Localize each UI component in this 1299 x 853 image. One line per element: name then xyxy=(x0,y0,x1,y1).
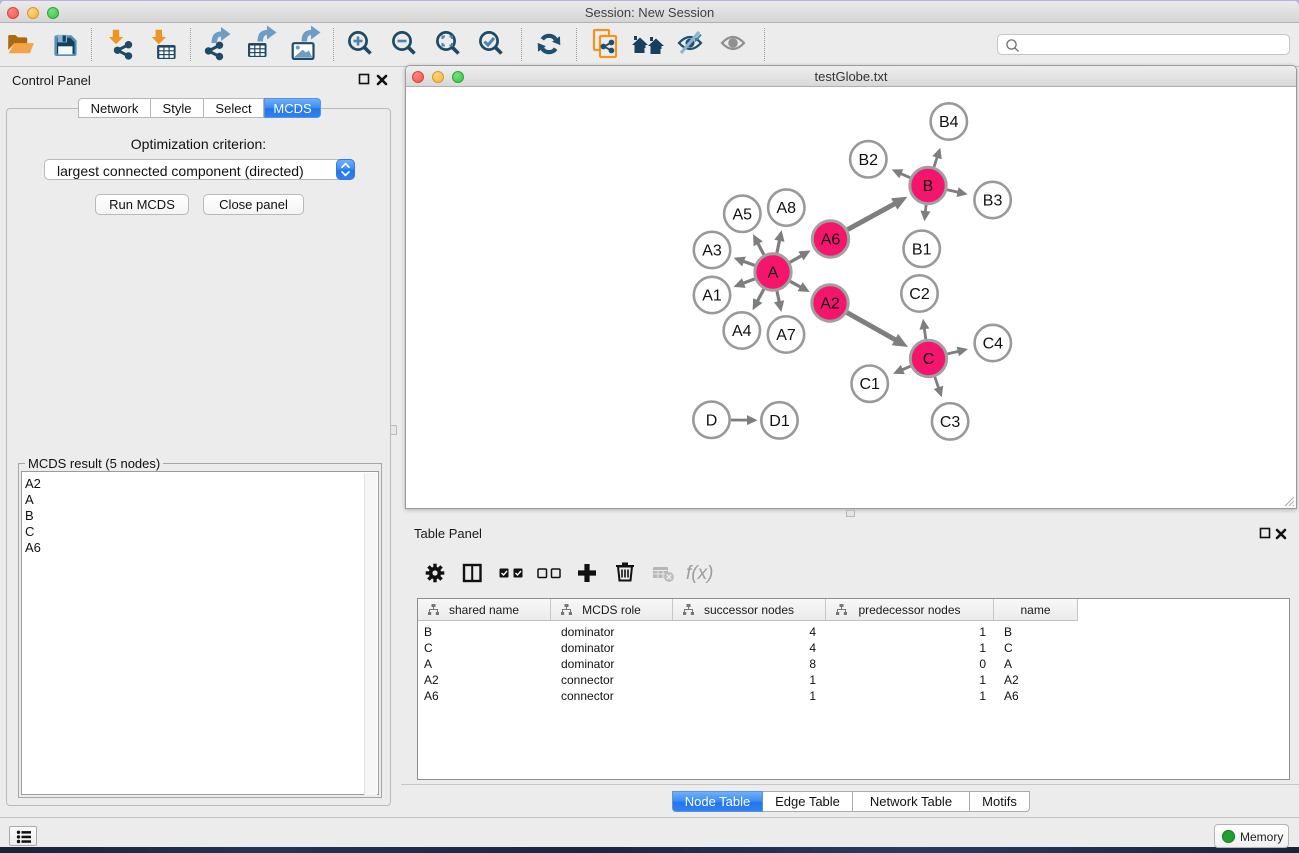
svg-text:C: C xyxy=(922,351,934,368)
svg-text:A7: A7 xyxy=(776,327,796,344)
svg-text:A2: A2 xyxy=(820,295,840,312)
svg-text:C1: C1 xyxy=(859,376,880,393)
svg-text:C4: C4 xyxy=(982,335,1003,352)
svg-text:D1: D1 xyxy=(769,412,790,429)
svg-text:A4: A4 xyxy=(732,323,752,340)
svg-text:A3: A3 xyxy=(702,242,722,259)
svg-text:B1: B1 xyxy=(911,241,931,258)
svg-text:A1: A1 xyxy=(702,287,722,304)
svg-text:B3: B3 xyxy=(982,192,1002,209)
svg-text:B4: B4 xyxy=(939,114,959,131)
svg-text:A: A xyxy=(767,264,778,281)
svg-text:A8: A8 xyxy=(776,200,796,217)
svg-text:D: D xyxy=(705,412,717,429)
svg-text:B2: B2 xyxy=(858,151,878,168)
svg-text:C2: C2 xyxy=(909,286,930,303)
svg-text:A5: A5 xyxy=(732,206,752,223)
svg-text:B: B xyxy=(922,178,933,195)
svg-text:A6: A6 xyxy=(820,231,840,248)
svg-text:f(x): f(x) xyxy=(686,563,713,584)
svg-text:C3: C3 xyxy=(939,413,960,430)
